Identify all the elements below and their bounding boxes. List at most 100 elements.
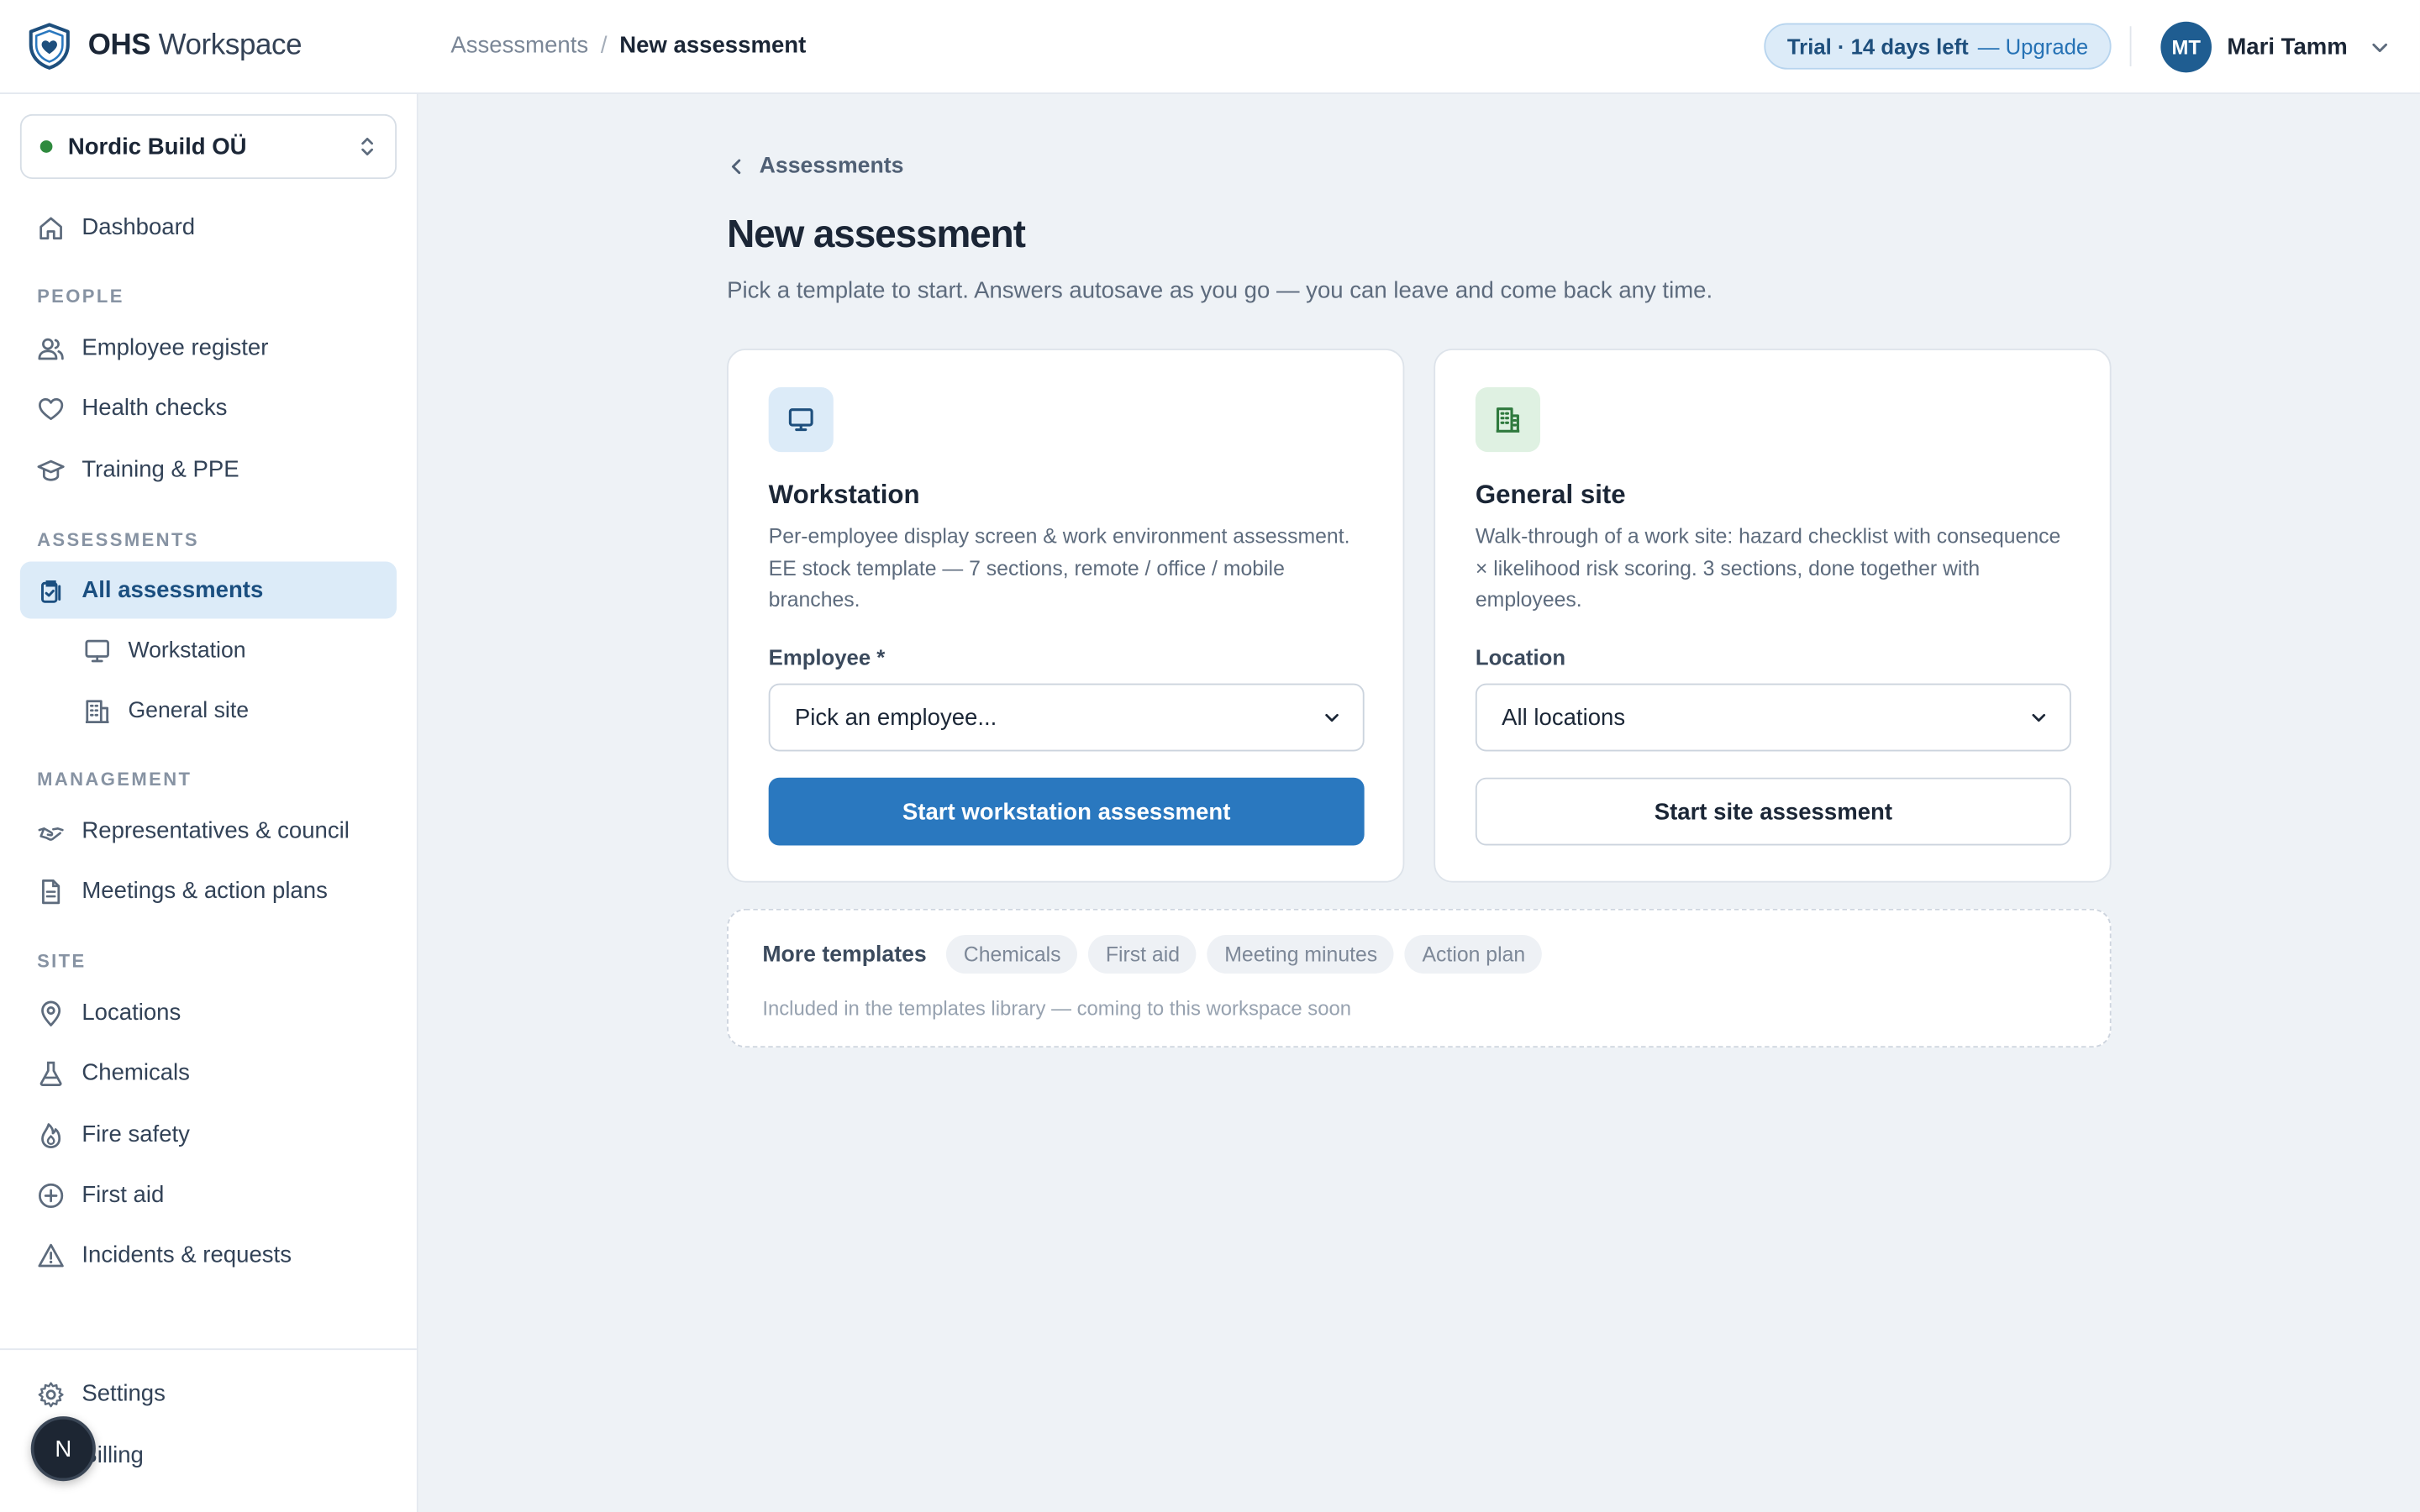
chevron-down-icon — [1325, 713, 1339, 722]
more-templates-row: More templates Chemicals First aid Meeti… — [762, 935, 1543, 974]
sidebar-item-settings[interactable]: Settings — [20, 1365, 397, 1422]
sidebar-item-label: Employee register — [82, 334, 269, 361]
more-templates-title: More templates — [762, 942, 927, 967]
template-chip: Action plan — [1405, 935, 1543, 974]
org-switcher[interactable]: Nordic Build OÜ — [19, 113, 397, 180]
sidebar-item-general-site[interactable]: General site — [20, 682, 397, 739]
user-menu[interactable]: MT Mari Tamm — [2160, 21, 2391, 73]
chevron-down-icon — [2372, 42, 2388, 52]
upgrade-link[interactable]: — Upgrade — [1978, 34, 2088, 58]
sidebar-item-all-assessments[interactable]: All assessments — [19, 561, 397, 619]
sidebar-item-label: Settings — [82, 1380, 166, 1408]
chevron-up-down-icon — [361, 137, 374, 156]
building-icon — [85, 699, 109, 723]
start-site-button[interactable]: Start site assessment — [1475, 777, 2071, 846]
org-status-dot — [39, 140, 53, 153]
sidebar-item-meetings[interactable]: Meetings & action plans — [20, 863, 397, 920]
location-select[interactable]: All locations — [1475, 683, 2071, 752]
graduation-cap-icon — [37, 459, 65, 480]
sidebar-item-workstation[interactable]: Workstation — [20, 622, 397, 679]
general-site-title: General site — [1475, 480, 1626, 510]
top-bar: OHS Workspace Assessments / New assessme… — [0, 0, 2420, 95]
divider — [2129, 26, 2132, 66]
breadcrumb: Assessments / New assessment — [450, 33, 806, 59]
sidebar-item-first-aid[interactable]: First aid — [20, 1167, 397, 1224]
home-icon — [39, 216, 62, 239]
sidebar-item-label: All assessments — [82, 576, 264, 604]
monitor-icon — [85, 638, 109, 662]
workstation-title: Workstation — [768, 480, 920, 510]
brand-name: OHS — [87, 29, 151, 62]
trial-label: Trial · 14 days left — [1786, 34, 1969, 59]
sidebar-item-label: Dashboard — [82, 214, 196, 241]
sidebar-item-label: Locations — [82, 1000, 182, 1026]
sidebar-item-training-ppe[interactable]: Training & PPE — [20, 441, 397, 498]
sidebar-item-label: Chemicals — [82, 1059, 190, 1087]
brand-suffix: Workspace — [158, 29, 302, 62]
sidebar-item-chemicals[interactable]: Chemicals — [20, 1044, 397, 1101]
users-icon — [38, 337, 64, 360]
building-icon — [1496, 407, 1520, 433]
sidebar-item-incidents[interactable]: Incidents & requests — [20, 1226, 397, 1284]
template-chip: First aid — [1088, 935, 1197, 974]
sidebar-item-label: Workstation — [128, 638, 246, 663]
workstation-description: Per-employee display screen & work envir… — [768, 524, 1350, 612]
general-site-icon-tile — [1475, 387, 1541, 453]
sidebar-item-employee-register[interactable]: Employee register — [20, 319, 397, 376]
sidebar-item-label: Health checks — [82, 395, 228, 422]
flame-icon — [41, 1122, 61, 1148]
monitor-icon — [788, 408, 813, 432]
sidebar-item-health-checks[interactable]: Health checks — [20, 380, 397, 437]
sidebar-item-label: Incidents & requests — [82, 1242, 292, 1268]
sidebar-item-label: Training & PPE — [82, 456, 239, 483]
section-assessments: ASSESSMENTS — [37, 528, 199, 551]
sidebar-item-dashboard[interactable]: Dashboard — [20, 199, 397, 256]
more-templates-note: Included in the templates library — comi… — [762, 996, 1352, 1021]
map-pin-icon — [41, 1000, 61, 1026]
employee-select-value: Pick an employee... — [794, 704, 997, 731]
sidebar-item-label: Fire safety — [82, 1121, 190, 1148]
workstation-card: Workstation Per-employee display screen … — [727, 349, 1405, 883]
general-site-card: General site Walk-through of a work site… — [1434, 349, 2112, 883]
sidebar-item-label: General site — [128, 698, 250, 723]
handshake-icon — [38, 827, 64, 840]
sidebar-item-representatives[interactable]: Representatives & council — [20, 802, 397, 859]
user-name: Mari Tamm — [2227, 34, 2348, 60]
workstation-icon-tile — [768, 387, 834, 453]
start-workstation-button[interactable]: Start workstation assessment — [768, 777, 1365, 846]
plus-circle-icon — [39, 1182, 64, 1208]
brand-logo[interactable]: OHS Workspace — [26, 22, 302, 71]
back-link-label: Assessments — [759, 154, 904, 180]
back-link[interactable]: Assessments — [727, 155, 903, 179]
avatar: MT — [2160, 21, 2212, 73]
sidebar: Nordic Build OÜ Dashboard PEOPLE Employe… — [0, 94, 418, 1512]
section-management: MANAGEMENT — [37, 768, 192, 790]
page-subtitle: Pick a template to start. Answers autosa… — [727, 277, 1713, 304]
gear-icon — [38, 1381, 64, 1407]
location-select-value: All locations — [1502, 704, 1626, 731]
template-chip: Chemicals — [946, 935, 1078, 974]
page-title: New assessment — [727, 213, 1026, 256]
sidebar-divider — [0, 1348, 417, 1351]
sidebar-item-locations[interactable]: Locations — [20, 984, 397, 1042]
heart-icon — [39, 397, 64, 420]
sidebar-item-label: First aid — [82, 1181, 165, 1209]
breadcrumb-separator: / — [600, 32, 608, 59]
employee-select[interactable]: Pick an employee... — [768, 683, 1365, 752]
more-templates-panel: More templates Chemicals First aid Meeti… — [727, 908, 2112, 1048]
section-people: PEOPLE — [37, 285, 124, 307]
org-name: Nordic Build OÜ — [67, 133, 247, 160]
shield-heart-icon — [29, 23, 70, 70]
chevron-left-icon — [731, 159, 741, 175]
template-chip: Meeting minutes — [1207, 935, 1395, 974]
assistant-button[interactable]: N — [30, 1416, 96, 1482]
breadcrumb-current: New assessment — [619, 32, 807, 59]
sidebar-item-fire-safety[interactable]: Fire safety — [20, 1106, 397, 1163]
trial-badge[interactable]: Trial · 14 days left — Upgrade — [1764, 23, 2112, 70]
flask-icon — [39, 1060, 62, 1086]
chevron-down-icon — [2032, 713, 2046, 722]
clipboard-check-icon — [41, 580, 61, 602]
breadcrumb-assessments[interactable]: Assessments — [450, 33, 588, 59]
sidebar-item-label: Meetings & action plans — [82, 878, 328, 905]
location-field-label: Location — [1475, 644, 1566, 670]
